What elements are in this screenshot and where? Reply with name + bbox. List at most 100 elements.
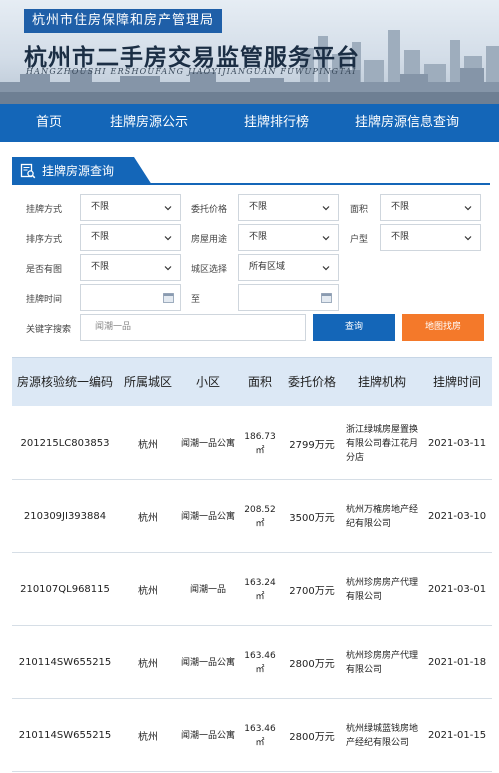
cell-area: 208.52 ㎡ <box>238 480 282 553</box>
cell-price: 2700万元 <box>289 586 335 597</box>
table-header: 房源核验统一编码 所属城区 小区 面积 委托价格 挂牌机构 挂牌时间 <box>12 357 492 406</box>
calendar-icon <box>321 293 332 303</box>
cell-price: 2800万元 <box>289 732 335 743</box>
calendar-icon <box>163 293 174 303</box>
sort-method-label: 排序方式 <box>26 235 63 245</box>
search-document-icon <box>20 163 36 179</box>
listing-time-to-label: 至 <box>191 295 201 305</box>
house-use-label: 房屋用途 <box>191 235 228 245</box>
has-image-label: 是否有图 <box>26 265 63 275</box>
listing-time-label: 挂牌时间 <box>26 295 63 305</box>
keyword-input[interactable]: 闻潮一品 <box>80 314 306 341</box>
chevron-down-icon <box>322 206 330 211</box>
nav-listing-query[interactable]: 挂牌房源信息查询 <box>355 104 459 142</box>
entrusted-price-select[interactable]: 不限 <box>238 194 339 221</box>
table-row[interactable]: 210309JI393884 杭州 闻潮一品公寓 208.52 ㎡ 3500万元… <box>12 480 492 553</box>
col-header-district: 所属城区 <box>123 375 172 389</box>
map-search-button[interactable]: 地图找房 <box>402 314 484 341</box>
chevron-down-icon <box>464 236 472 241</box>
main-nav: 首页 挂牌房源公示 挂牌排行榜 挂牌房源信息查询 <box>0 104 499 142</box>
listing-method-label: 挂牌方式 <box>26 205 63 215</box>
col-header-agency: 挂牌机构 <box>357 375 406 389</box>
chevron-down-icon <box>164 206 172 211</box>
cell-area: 163.46 ㎡ <box>238 699 282 772</box>
sort-method-value: 不限 <box>91 232 110 242</box>
cell-price: 2800万元 <box>289 659 335 670</box>
cell-code: 201215LC803853 <box>20 438 110 449</box>
area-value: 不限 <box>391 202 410 212</box>
table-row[interactable]: 210114SW655215 杭州 闻潮一品公寓 163.46 ㎡ 2800万元… <box>12 626 492 699</box>
query-button[interactable]: 查询 <box>313 314 395 341</box>
cell-community: 闻潮一品公寓 <box>180 657 235 668</box>
cell-community: 闻潮一品 <box>189 584 226 595</box>
chevron-down-icon <box>322 266 330 271</box>
cell-district: 杭州 <box>138 586 158 597</box>
cell-area: 186.73 ㎡ <box>238 407 282 480</box>
cell-code: 210114SW655215 <box>18 730 112 741</box>
section-title: 挂牌房源查询 <box>42 164 115 178</box>
cell-agency: 杭州珍房房产代理有限公司 <box>346 650 419 675</box>
cell-community: 闻潮一品公寓 <box>180 438 235 449</box>
cell-area-unit: ㎡ <box>255 591 265 602</box>
chevron-down-icon <box>322 236 330 241</box>
cell-agency: 杭州珍房房产代理有限公司 <box>346 577 419 602</box>
cell-district: 杭州 <box>138 513 158 524</box>
cell-agency: 杭州万榷房地产经纪有限公司 <box>346 504 419 529</box>
col-header-community: 小区 <box>195 375 220 389</box>
nav-listing-rank[interactable]: 挂牌排行榜 <box>244 104 309 142</box>
cell-price: 3500万元 <box>289 513 335 524</box>
cell-agency: 杭州绿城蓝钱房地产经纪有限公司 <box>346 723 419 748</box>
house-use-select[interactable]: 不限 <box>238 224 339 251</box>
cell-date: 2021-03-11 <box>427 438 487 449</box>
chevron-down-icon <box>164 266 172 271</box>
has-image-value: 不限 <box>91 262 110 272</box>
nav-home[interactable]: 首页 <box>36 104 62 142</box>
listing-time-start-input[interactable] <box>80 284 181 311</box>
listing-method-value: 不限 <box>91 202 110 212</box>
cell-community: 闻潮一品公寓 <box>180 730 235 741</box>
cell-area: 163.46 ㎡ <box>238 626 282 699</box>
cell-code: 210309JI393884 <box>23 511 107 522</box>
cell-date: 2021-03-01 <box>427 584 487 595</box>
agency-name: 杭州市住房保障和房产管理局 <box>24 9 223 33</box>
cell-district: 杭州 <box>138 732 158 743</box>
table-row[interactable]: 210114SW655215 杭州 闻潮一品公寓 163.46 ㎡ 2800万元… <box>12 699 492 772</box>
district-value: 所有区域 <box>249 262 286 272</box>
site-banner: 杭州市住房保障和房产管理局 杭州市二手房交易监管服务平台 HANGZHOUSHI… <box>0 0 499 104</box>
listing-time-end-input[interactable] <box>238 284 339 311</box>
entrusted-price-value: 不限 <box>249 202 268 212</box>
district-select[interactable]: 所有区域 <box>238 254 339 281</box>
nav-listing-public[interactable]: 挂牌房源公示 <box>110 104 188 142</box>
col-header-code: 房源核验统一编码 <box>16 375 113 389</box>
has-image-select[interactable]: 不限 <box>80 254 181 281</box>
keyword-label: 关键字搜索 <box>26 325 72 335</box>
cell-agency: 浙江绿城房屋置换有限公司春江花月分店 <box>346 424 419 463</box>
cell-code: 210114SW655215 <box>18 657 112 668</box>
layout-select[interactable]: 不限 <box>380 224 481 251</box>
table-row[interactable]: 201215LC803853 杭州 闻潮一品公寓 186.73 ㎡ 2799万元… <box>12 407 492 480</box>
house-use-value: 不限 <box>249 232 268 242</box>
cell-area-unit: ㎡ <box>255 737 265 748</box>
area-select[interactable]: 不限 <box>380 194 481 221</box>
cell-area-value: 186.73 <box>244 431 276 442</box>
cell-area-value: 163.24 <box>244 577 276 588</box>
sort-method-select[interactable]: 不限 <box>80 224 181 251</box>
keyword-value: 闻潮一品 <box>95 322 132 332</box>
cell-area-unit: ㎡ <box>255 664 265 675</box>
chevron-down-icon <box>464 206 472 211</box>
listing-method-select[interactable]: 不限 <box>80 194 181 221</box>
cell-area-value: 163.46 <box>244 650 276 661</box>
district-label: 城区选择 <box>191 265 228 275</box>
col-header-date: 挂牌时间 <box>432 375 481 389</box>
col-header-price: 委托价格 <box>287 375 336 389</box>
cell-date: 2021-01-15 <box>427 730 487 741</box>
cell-area: 163.24 ㎡ <box>238 553 282 626</box>
cell-date: 2021-03-10 <box>427 511 487 522</box>
entrusted-price-label: 委托价格 <box>191 205 228 215</box>
area-label: 面积 <box>350 205 369 215</box>
cell-area-unit: ㎡ <box>255 445 265 456</box>
table-row[interactable]: 210107QL968115 杭州 闻潮一品 163.24 ㎡ 2700万元 杭… <box>12 553 492 626</box>
platform-pinyin: HANGZHOUSHI ERSHOUFANG JIAOYIJIANGUAN FU… <box>26 67 357 76</box>
cell-price: 2799万元 <box>289 440 335 451</box>
cell-date: 2021-01-18 <box>427 657 487 668</box>
